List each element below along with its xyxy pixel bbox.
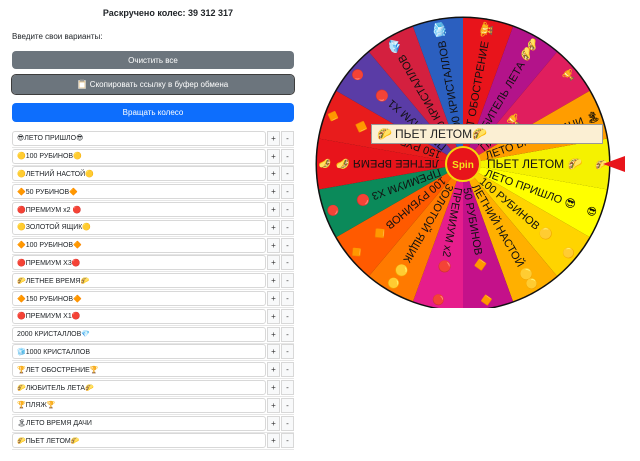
option-minus-button[interactable]: - <box>281 148 294 164</box>
option-plus-button[interactable]: + <box>267 326 280 342</box>
wheel-segment-text: ЛЕТНЕЕ ВРЕМЯ 🌮 <box>336 157 439 170</box>
prize-wheel[interactable]: ПЬЕТ ЛЕТОМ 🌮 🌮 ЛЕТО ПРИШЛО 😎 😎 100 РУБИНОВ 🟡… <box>312 8 632 308</box>
option-plus-button[interactable]: + <box>267 184 280 200</box>
option-plus-button[interactable]: + <box>267 130 280 146</box>
option-row: 2000 КРИСТАЛЛОВ💎 + - <box>12 326 294 344</box>
option-input[interactable]: 🧊1000 КРИСТАЛЛОВ <box>12 344 266 360</box>
option-minus-button[interactable]: - <box>281 291 294 307</box>
option-plus-button[interactable]: + <box>267 291 280 307</box>
option-minus-button[interactable]: - <box>281 237 294 253</box>
option-row: 🌮ЛЕТНЕЕ ВРЕМЯ🌮 + - <box>12 272 294 291</box>
wheel-segment-icon: 🌮 <box>318 157 331 169</box>
option-plus-button[interactable]: + <box>267 344 280 360</box>
option-row: 🟡ЛЕТНИЙ НАСТОЙ🟡 + - <box>12 166 294 184</box>
option-input[interactable]: 🔴ПРЕМИУМ х2 🔴 <box>12 202 266 218</box>
option-plus-button[interactable]: + <box>267 166 280 182</box>
option-input[interactable]: 😎ЛЕТО ПРИШЛО😎 <box>12 130 266 146</box>
option-row: 🟡ЗОЛОТОЙ ЯЩИК🟡 + - <box>12 219 294 237</box>
option-row: 🔴ПРЕМИУМ Х3🔴 + - <box>12 255 294 273</box>
option-row: 😎ЛЕТО ПРИШЛО😎 + - <box>12 130 294 148</box>
option-minus-button[interactable]: - <box>281 308 294 324</box>
option-input[interactable]: 🔶150 РУБИНОВ🔶 <box>12 291 266 307</box>
option-row: 🔶100 РУБИНОВ🔶 + - <box>12 237 294 255</box>
option-row: 🔶50 РУБИНОВ🔶 + - <box>12 183 294 202</box>
option-minus-button[interactable]: - <box>281 166 294 182</box>
result-icon-end: 🌮 <box>472 127 488 141</box>
option-row: 🟡100 РУБИНОВ🟡 + - <box>12 148 294 166</box>
option-row: 🏆ПЛЯЖ🏆 + - <box>12 397 294 415</box>
options-prompt: Введите свои варианты: <box>12 32 103 41</box>
option-row: 🔴ПРЕМИУМ х2 🔴 + - <box>12 201 294 219</box>
option-plus-button[interactable]: + <box>267 380 280 396</box>
option-plus-button[interactable]: + <box>267 219 280 235</box>
option-plus-button[interactable]: + <box>267 433 280 449</box>
wheel-canvas[interactable]: ПЬЕТ ЛЕТОМ 🌮 🌮ЛЕТО ПРИШЛО 😎😎100 РУБИНОВ 🟡… <box>312 8 632 308</box>
option-minus-button[interactable]: - <box>281 344 294 360</box>
option-plus-button[interactable]: + <box>267 397 280 413</box>
option-row: 🔶150 РУБИНОВ🔶 + - <box>12 290 294 308</box>
option-row: 🏝ЛЕТО ВРЕМЯ ДАЧИ + - <box>12 415 294 433</box>
option-minus-button[interactable]: - <box>281 433 294 449</box>
option-input[interactable]: 🌮ЛЕТНЕЕ ВРЕМЯ🌮 <box>12 273 266 289</box>
option-row: 🏆ЛЕТ ОБОСТРЕНИЕ🏆 + - <box>12 361 294 380</box>
spin-center-label[interactable]: Spin <box>452 160 474 171</box>
option-minus-button[interactable]: - <box>281 326 294 342</box>
option-input[interactable]: 🌮ПЬЕТ ЛЕТОМ🌮 <box>12 433 266 449</box>
clipboard-icon <box>77 79 86 91</box>
option-row: 🧊1000 КРИСТАЛЛОВ + - <box>12 344 294 362</box>
option-input[interactable]: 🏆ЛЕТ ОБОСТРЕНИЕ🏆 <box>12 362 266 378</box>
option-input[interactable]: 🔶100 РУБИНОВ🔶 <box>12 237 266 253</box>
option-input[interactable]: 🏝ЛЕТО ВРЕМЯ ДАЧИ <box>12 415 266 431</box>
option-input[interactable]: 🌮ЛЮБИТЕЛЬ ЛЕТА🌮 <box>12 380 266 396</box>
option-minus-button[interactable]: - <box>281 255 294 271</box>
copy-link-label: Скопировать ссылку в буфер обмена <box>89 80 229 89</box>
clear-all-button[interactable]: Очистить все <box>12 51 294 69</box>
option-input[interactable]: 🏆ПЛЯЖ🏆 <box>12 397 266 413</box>
wheel-segment-text: ПЬЕТ ЛЕТОМ 🌮 <box>487 157 583 171</box>
option-minus-button[interactable]: - <box>281 219 294 235</box>
options-list: 😎ЛЕТО ПРИШЛО😎 + - 🟡100 РУБИНОВ🟡 + - 🟡ЛЕТНИЙ НА… <box>12 130 294 451</box>
clear-all-label: Очистить все <box>128 55 178 65</box>
option-input[interactable]: 2000 КРИСТАЛЛОВ💎 <box>12 326 266 342</box>
result-banner: 🌮 ПЬЕТ ЛЕТОМ 🌮 <box>371 124 603 144</box>
spin-wheel-button[interactable]: Вращать колесо <box>12 103 294 122</box>
option-plus-button[interactable]: + <box>267 202 280 218</box>
option-minus-button[interactable]: - <box>281 380 294 396</box>
option-row: 🌮ПЬЕТ ЛЕТОМ🌮 + - <box>12 433 294 451</box>
spin-wheel-label: Вращать колесо <box>122 108 184 117</box>
spin-counter: Раскручено колес: 39 312 317 <box>102 8 234 18</box>
option-minus-button[interactable]: - <box>281 397 294 413</box>
option-plus-button[interactable]: + <box>267 273 280 289</box>
option-plus-button[interactable]: + <box>267 148 280 164</box>
option-input[interactable]: 🔴ПРЕМИУМ Х1🔴 <box>12 308 266 324</box>
option-plus-button[interactable]: + <box>267 415 280 431</box>
copy-link-button[interactable]: Скопировать ссылку в буфер обмена <box>11 74 295 95</box>
option-input[interactable]: 🔶50 РУБИНОВ🔶 <box>12 184 266 200</box>
option-minus-button[interactable]: - <box>281 362 294 378</box>
option-minus-button[interactable]: - <box>281 130 294 146</box>
option-minus-button[interactable]: - <box>281 202 294 218</box>
option-plus-button[interactable]: + <box>267 237 280 253</box>
option-input[interactable]: 🟡100 РУБИНОВ🟡 <box>12 148 266 164</box>
option-plus-button[interactable]: + <box>267 362 280 378</box>
option-minus-button[interactable]: - <box>281 184 294 200</box>
option-input[interactable]: 🔴ПРЕМИУМ Х3🔴 <box>12 255 266 271</box>
option-minus-button[interactable]: - <box>281 273 294 289</box>
option-plus-button[interactable]: + <box>267 308 280 324</box>
result-icon: 🌮 <box>377 127 392 141</box>
option-input[interactable]: 🟡ЛЕТНИЙ НАСТОЙ🟡 <box>12 166 266 182</box>
option-row: 🔴ПРЕМИУМ Х1🔴 + - <box>12 308 294 326</box>
option-row: 🌮ЛЮБИТЕЛЬ ЛЕТА🌮 + - <box>12 379 294 397</box>
option-input[interactable]: 🟡ЗОЛОТОЙ ЯЩИК🟡 <box>12 219 266 235</box>
option-minus-button[interactable]: - <box>281 415 294 431</box>
result-text: ПЬЕТ ЛЕТОМ <box>394 127 473 141</box>
option-plus-button[interactable]: + <box>267 255 280 271</box>
